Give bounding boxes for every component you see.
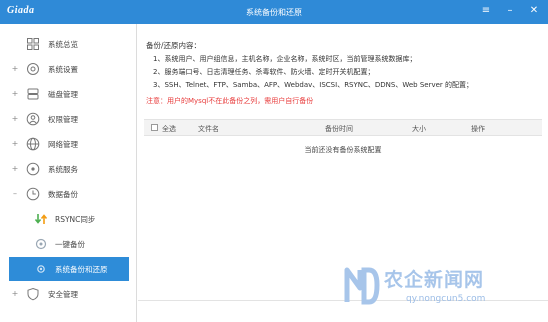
title-bar: Giada 系统备份和还原 ≡ – ✕ — [0, 0, 548, 24]
sidebar-item-label: 系统备份和还原 — [55, 265, 108, 274]
sidebar-item-label: 系统总览 — [48, 40, 78, 49]
select-all-checkbox[interactable] — [151, 124, 158, 131]
watermark-title: 农企新闻网 — [384, 269, 485, 291]
expand-icon[interactable]: + — [11, 139, 19, 148]
window-controls: ≡ – ✕ — [480, 3, 540, 19]
sidebar-item-label: RSYNC同步 — [55, 215, 96, 224]
sidebar-item-security[interactable]: + 安全管理 — [0, 282, 137, 306]
sidebar-item-services[interactable]: + 系统服务 — [0, 157, 137, 181]
select-all-label[interactable]: 全选 — [162, 124, 176, 134]
dot-icon — [37, 265, 45, 273]
expand-icon[interactable]: + — [11, 64, 19, 73]
sidebar-item-label: 磁盘管理 — [48, 90, 78, 99]
sidebar-item-one-click-backup[interactable]: 一键备份 — [0, 232, 137, 256]
expand-icon[interactable]: + — [11, 114, 19, 123]
minimize-icon[interactable]: – — [504, 3, 516, 19]
grid-icon — [27, 38, 39, 50]
sidebar-item-permissions[interactable]: + 权限管理 — [0, 107, 137, 131]
sidebar-item-data-backup[interactable]: – 数据备份 — [0, 182, 137, 206]
sidebar-item-system-backup-restore[interactable]: 系统备份和还原 — [9, 257, 129, 281]
backup-table: 全选 文件名 备份时间 大小 操作 当前还没有备份系统配置 — [144, 119, 542, 162]
disk-icon — [27, 88, 39, 100]
service-icon — [26, 162, 40, 176]
watermark-logo-icon — [344, 267, 380, 305]
section-title: 备份/还原内容： — [146, 41, 202, 50]
window-title: 系统备份和还原 — [246, 8, 302, 17]
column-header-filename: 文件名 — [198, 125, 219, 133]
sidebar-item-label: 权限管理 — [48, 115, 78, 124]
shield-icon — [27, 287, 39, 301]
column-header-backup-time: 备份时间 — [325, 125, 353, 133]
sidebar-item-label: 系统服务 — [48, 165, 78, 174]
globe-icon — [26, 137, 40, 151]
description-line: 2、服务端口号、日志清理任务、杀毒软件、防火墙、定时开关机配置； — [153, 68, 375, 76]
watermark-url: qy.nongcun5.com — [406, 294, 486, 304]
description-line: 3、SSH、Telnet、FTP、Samba、AFP、Webdav、ISCSI、… — [153, 81, 474, 89]
close-icon[interactable]: ✕ — [528, 3, 540, 19]
sidebar-item-system-settings[interactable]: + 系统设置 — [0, 57, 137, 81]
sidebar: 系统总览 + 系统设置 + 磁盘管理 + 权限管理 + 网络管理 + 系统服务 … — [0, 24, 137, 322]
sidebar-item-overview[interactable]: 系统总览 — [0, 32, 137, 56]
expand-icon[interactable]: + — [11, 89, 19, 98]
sidebar-item-rsync[interactable]: RSYNC同步 — [0, 207, 137, 231]
sidebar-item-label: 一键备份 — [55, 240, 85, 249]
user-icon — [26, 112, 40, 126]
empty-state-text: 当前还没有备份系统配置 — [304, 146, 382, 154]
sidebar-item-label: 系统设置 — [48, 65, 78, 74]
table-header: 全选 文件名 备份时间 大小 操作 — [144, 119, 542, 136]
expand-icon[interactable]: + — [11, 289, 19, 298]
backup-icon — [35, 238, 47, 250]
menu-icon[interactable]: ≡ — [480, 3, 492, 19]
warning-text: 注意：用户的Mysql不在此备份之列，需用户自行备份 — [146, 97, 314, 105]
gear-icon — [27, 63, 39, 75]
expand-icon[interactable]: + — [11, 164, 19, 173]
column-header-size: 大小 — [412, 125, 426, 133]
collapse-icon[interactable]: – — [11, 189, 19, 198]
column-header-actions: 操作 — [471, 125, 485, 133]
sidebar-item-network[interactable]: + 网络管理 — [0, 132, 137, 156]
sidebar-item-disk[interactable]: + 磁盘管理 — [0, 82, 137, 106]
sync-arrows-icon — [34, 214, 48, 224]
watermark: 农企新闻网 qy.nongcun5.com — [344, 264, 534, 310]
sidebar-item-label: 数据备份 — [48, 190, 78, 199]
description-line: 1、系统用户、用户组信息，主机名称，企业名称，系统时区，当前管理系统数据库； — [153, 55, 417, 63]
sidebar-item-label: 安全管理 — [48, 290, 78, 299]
sidebar-item-label: 网络管理 — [48, 140, 78, 149]
clock-icon — [26, 187, 40, 201]
